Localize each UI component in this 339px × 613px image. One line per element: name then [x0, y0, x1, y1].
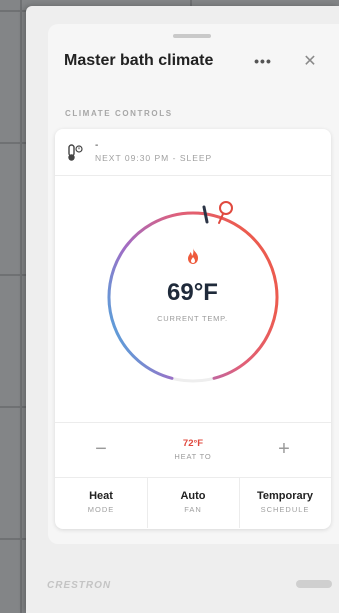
page-title: Master bath climate [64, 52, 214, 69]
sheet-grabber[interactable] [173, 34, 211, 38]
current-temp-marker [202, 205, 209, 224]
fan-selector[interactable]: Auto FAN [147, 478, 239, 528]
current-temperature: 69°F [167, 279, 218, 306]
thermostat-icon [68, 144, 83, 161]
setpoint-value: 72°F [182, 438, 204, 449]
increase-temp-button[interactable]: + [273, 438, 295, 460]
decrease-temp-button[interactable]: − [90, 438, 112, 460]
schedule-selector[interactable]: Temporary SCHEDULE [239, 478, 331, 528]
card-divider-top [55, 175, 331, 176]
mode-value: Heat [89, 490, 113, 502]
schedule-label: SCHEDULE [260, 505, 310, 514]
device-indicator [296, 580, 332, 588]
fan-value: Auto [180, 490, 206, 502]
flame-icon [188, 248, 198, 264]
more-options-icon[interactable]: ••• [252, 53, 274, 71]
schedule-value: Temporary [256, 490, 314, 502]
current-temperature-label: CURRENT TEMP. [157, 314, 228, 323]
brand-logo: CRESTRON [47, 580, 112, 591]
card-divider-middle [55, 422, 331, 423]
section-label: CLIMATE CONTROLS [65, 109, 173, 118]
mode-label: MODE [87, 505, 115, 514]
close-icon[interactable]: ✕ [300, 53, 320, 71]
next-schedule-text: NEXT 09:30 PM - SLEEP [95, 153, 213, 163]
fan-label: FAN [184, 505, 202, 514]
setpoint-label: HEAT TO [174, 452, 212, 461]
setpoint-handle [219, 201, 233, 215]
mode-selector[interactable]: Heat MODE [55, 478, 147, 528]
current-schedule-value: - [95, 140, 99, 151]
